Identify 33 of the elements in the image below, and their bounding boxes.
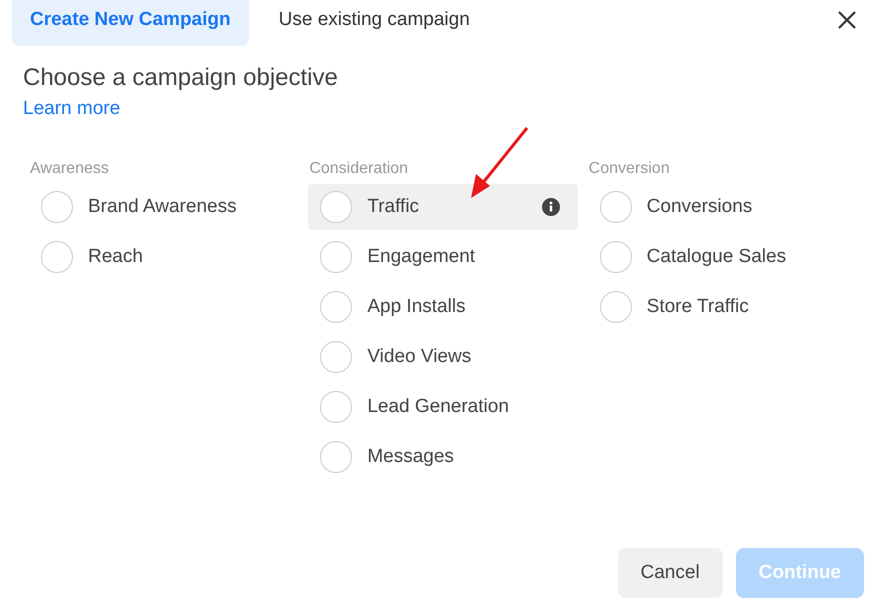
option-label: Video Views: [367, 346, 472, 368]
option-label: Lead Generation: [367, 396, 510, 418]
option-label: Engagement: [367, 246, 476, 268]
objective-option[interactable]: Traffic: [308, 184, 578, 230]
option-label: Brand Awareness: [88, 196, 238, 218]
radio-button[interactable]: [600, 241, 632, 273]
dialog-heading: Choose a campaign objective: [23, 64, 339, 92]
radio-button[interactable]: [41, 241, 73, 273]
radio-button[interactable]: [320, 241, 352, 273]
tab[interactable]: Create New Campaign: [12, 0, 249, 46]
radio-button[interactable]: [320, 391, 352, 423]
option-label: Catalogue Sales: [646, 246, 788, 268]
radio-button[interactable]: [600, 191, 632, 223]
option-label: Messages: [367, 446, 455, 468]
category-label: Consideration: [308, 160, 410, 178]
option-label: App Installs: [367, 296, 467, 318]
option-label: Store Traffic: [646, 296, 750, 318]
radio-button[interactable]: [320, 341, 352, 373]
option-label: Reach: [88, 246, 144, 268]
option-label: Traffic: [367, 196, 420, 218]
learn-more-link[interactable]: Learn more: [23, 98, 120, 120]
close-icon[interactable]: [837, 10, 857, 30]
cancel-button[interactable]: Cancel: [618, 548, 723, 598]
category-label: Conversion: [588, 160, 671, 178]
radio-button[interactable]: [320, 191, 352, 223]
category-label: Awareness: [29, 160, 110, 178]
option-label: Conversions: [646, 196, 754, 218]
radio-button[interactable]: [320, 291, 352, 323]
info-icon[interactable]: [542, 198, 560, 216]
radio-button[interactable]: [600, 291, 632, 323]
radio-button[interactable]: [41, 191, 73, 223]
tab[interactable]: Use existing campaign: [260, 0, 488, 46]
radio-button[interactable]: [320, 441, 352, 473]
